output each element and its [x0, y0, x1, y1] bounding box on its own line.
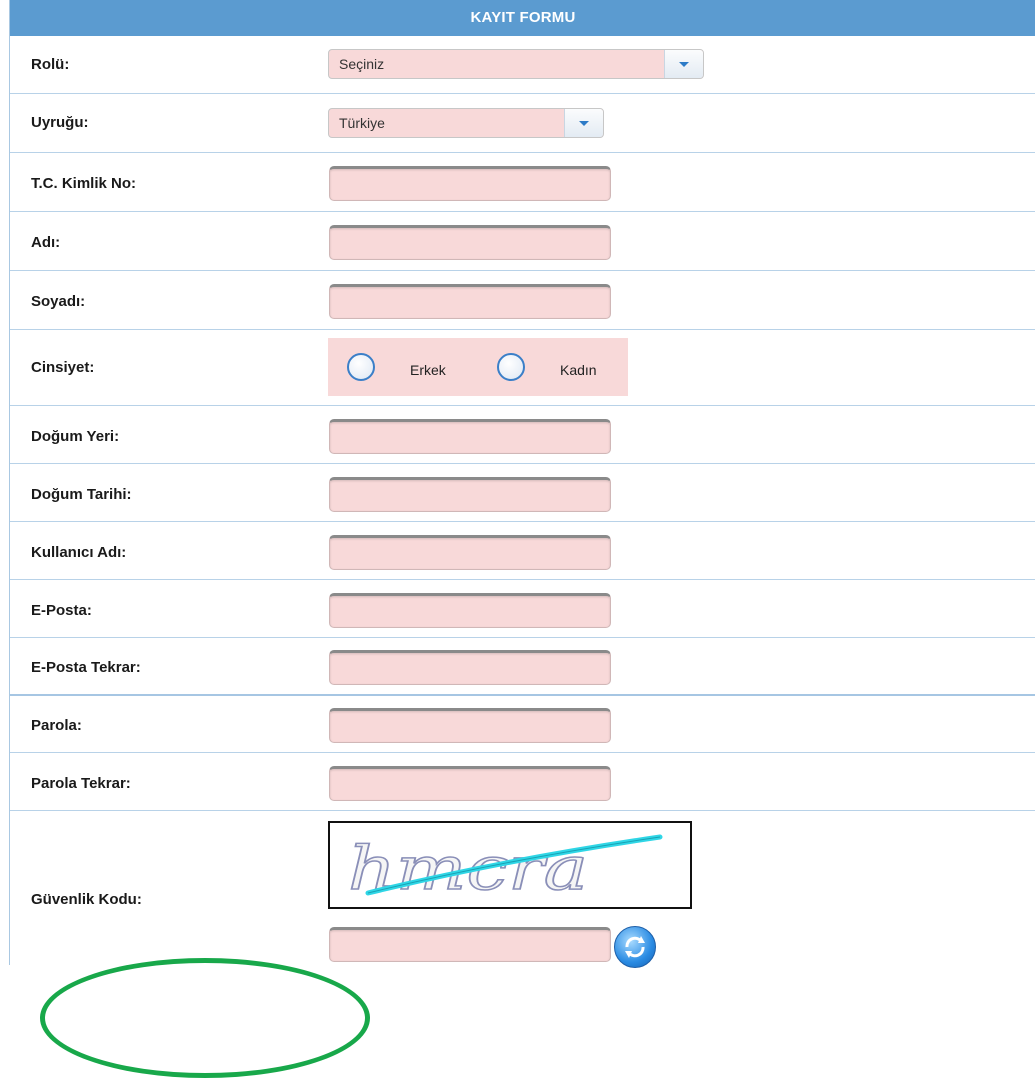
password-repeat-label: Parola Tekrar: [31, 775, 131, 792]
row-username: Kullanıcı Adı: [10, 522, 1035, 580]
refresh-icon [625, 936, 645, 958]
annotation-circle [40, 958, 370, 1078]
role-select[interactable]: Seçiniz [328, 49, 704, 79]
chevron-down-icon [679, 62, 689, 67]
role-dropdown-button[interactable] [664, 50, 703, 78]
gender-radio-group: Erkek Kadın [328, 338, 628, 396]
row-nationality: Uyruğu: Türkiye [10, 94, 1035, 153]
password-input[interactable] [329, 708, 611, 743]
password-repeat-input[interactable] [329, 766, 611, 801]
gender-option-kadin[interactable]: Kadın [560, 362, 597, 378]
row-password: Parola: [10, 696, 1035, 753]
birth-place-label: Doğum Yeri: [31, 428, 120, 445]
gender-option-erkek[interactable]: Erkek [410, 362, 446, 378]
row-first-name: Adı: [10, 212, 1035, 271]
birth-place-input[interactable] [329, 419, 611, 454]
gender-label: Cinsiyet: [31, 359, 95, 376]
gender-radio-erkek[interactable] [347, 353, 375, 381]
email-label: E-Posta: [31, 602, 92, 619]
row-role: Rolü: Seçiniz [10, 36, 1035, 94]
birth-date-input[interactable] [329, 477, 611, 512]
chevron-down-icon [579, 121, 589, 126]
registration-form: KAYIT FORMU Rolü: Seçiniz Uyruğu: Türkiy… [9, 0, 1035, 968]
password-label: Parola: [31, 717, 82, 734]
security-code-input[interactable] [329, 927, 611, 962]
row-last-name: Soyadı: [10, 271, 1035, 330]
row-email-repeat: E-Posta Tekrar: [10, 638, 1035, 696]
username-label: Kullanıcı Adı: [31, 544, 127, 561]
email-input[interactable] [329, 593, 611, 628]
security-code-label: Güvenlik Kodu: [31, 891, 142, 908]
form-title: KAYIT FORMU [10, 0, 1035, 36]
tc-id-label: T.C. Kimlik No: [31, 175, 137, 192]
row-birth-place: Doğum Yeri: [10, 406, 1035, 464]
last-name-label: Soyadı: [31, 293, 86, 310]
email-repeat-label: E-Posta Tekrar: [31, 659, 141, 676]
role-select-value: Seçiniz [339, 56, 385, 72]
row-tc-id: T.C. Kimlik No: [10, 153, 1035, 212]
last-name-input[interactable] [329, 284, 611, 319]
email-repeat-input[interactable] [329, 650, 611, 685]
nationality-dropdown-button[interactable] [564, 109, 603, 137]
row-security-code: Güvenlik Kodu: hmcra [10, 811, 1035, 981]
row-password-repeat: Parola Tekrar: [10, 753, 1035, 811]
nationality-label: Uyruğu: [31, 114, 89, 131]
username-input[interactable] [329, 535, 611, 570]
row-gender: Cinsiyet: Erkek Kadın [10, 330, 1035, 406]
row-email: E-Posta: [10, 580, 1035, 638]
gender-radio-kadin[interactable] [497, 353, 525, 381]
nationality-select-value: Türkiye [339, 115, 385, 131]
birth-date-label: Doğum Tarihi: [31, 486, 132, 503]
captcha-image: hmcra [328, 821, 692, 909]
first-name-label: Adı: [31, 234, 61, 251]
tc-id-input[interactable] [329, 166, 611, 201]
first-name-input[interactable] [329, 225, 611, 260]
nationality-select[interactable]: Türkiye [328, 108, 604, 138]
role-label: Rolü: [31, 56, 70, 73]
captcha-graphic: hmcra [347, 833, 663, 905]
row-birth-date: Doğum Tarihi: [10, 464, 1035, 522]
refresh-captcha-button[interactable] [614, 926, 656, 968]
